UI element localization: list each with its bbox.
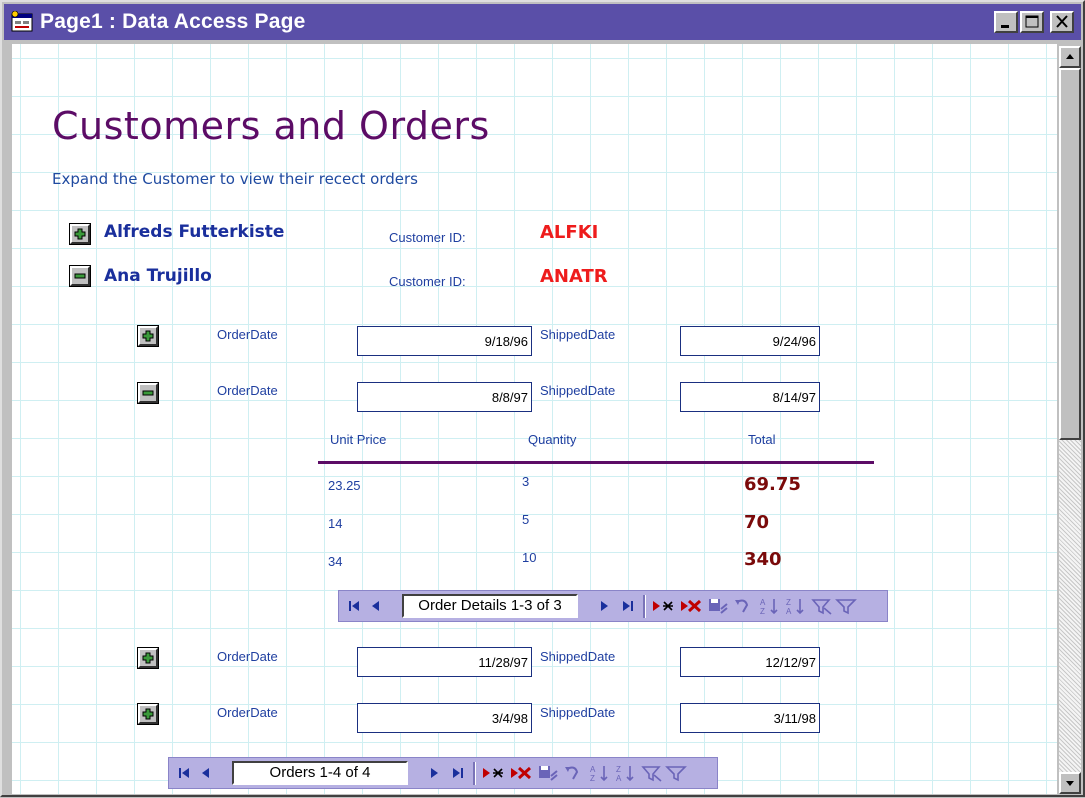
expand-order-button[interactable] <box>137 647 159 669</box>
delete-record-icon[interactable] <box>509 763 533 783</box>
plus-icon <box>142 330 154 342</box>
svg-text:Z: Z <box>590 774 595 783</box>
previous-record-icon[interactable] <box>367 596 385 616</box>
filter-by-selection-icon[interactable] <box>811 596 833 616</box>
minimize-icon[interactable] <box>994 11 1018 33</box>
first-record-icon[interactable] <box>175 763 193 783</box>
plus-icon <box>74 228 86 240</box>
order-date-field[interactable]: 8/8/97 <box>357 382 532 412</box>
first-record-icon[interactable] <box>345 596 363 616</box>
quantity-value: 3 <box>522 474 530 489</box>
expand-order-button[interactable] <box>137 325 159 347</box>
customer-id-label: Customer ID: <box>389 274 466 289</box>
customer-name: Alfreds Futterkiste <box>104 222 285 242</box>
scrollbar-thumb[interactable] <box>1059 68 1081 440</box>
orders-navigation-bar: Orders 1-4 of 4 AZ ZA <box>168 757 718 789</box>
page-title: Customers and Orders <box>52 104 490 148</box>
quantity-header: Quantity <box>528 432 577 447</box>
quantity-value: 10 <box>522 550 537 565</box>
unit-price-header: Unit Price <box>330 432 387 447</box>
new-record-icon[interactable] <box>481 763 505 783</box>
maximize-icon[interactable] <box>1020 11 1044 33</box>
sort-ascending-icon[interactable]: AZ <box>759 596 781 616</box>
minus-icon <box>142 390 154 396</box>
collapse-customer-button[interactable] <box>69 265 91 287</box>
order-date-field[interactable]: 3/4/98 <box>357 703 532 733</box>
undo-icon[interactable] <box>563 763 585 783</box>
sort-ascending-icon[interactable]: AZ <box>589 763 611 783</box>
total-header: Total <box>748 432 776 447</box>
customer-id-value: ALFKI <box>540 222 599 243</box>
unit-price-value: 14 <box>328 516 343 531</box>
order-date-label: OrderDate <box>217 383 278 398</box>
record-counter: Orders 1-4 of 4 <box>232 761 408 785</box>
svg-text:A: A <box>760 598 766 607</box>
svg-text:A: A <box>616 774 622 783</box>
order-date-field[interactable]: 9/18/96 <box>357 326 532 356</box>
last-record-icon[interactable] <box>619 596 637 616</box>
close-icon[interactable] <box>1050 11 1074 33</box>
total-value: 70 <box>744 512 770 533</box>
last-record-icon[interactable] <box>449 763 467 783</box>
delete-record-icon[interactable] <box>679 596 703 616</box>
details-header-divider <box>318 461 874 464</box>
total-value: 69.75 <box>744 474 801 495</box>
title-bar[interactable]: Page1 : Data Access Page <box>4 4 1081 40</box>
svg-text:A: A <box>786 607 792 616</box>
vertical-scrollbar[interactable] <box>1059 46 1081 794</box>
sort-descending-icon[interactable]: ZA <box>615 763 637 783</box>
scroll-up-icon[interactable] <box>1059 46 1081 68</box>
minus-icon <box>74 273 86 279</box>
shipped-date-field[interactable]: 3/11/98 <box>680 703 820 733</box>
next-record-icon[interactable] <box>425 763 443 783</box>
svg-text:Z: Z <box>760 607 765 616</box>
customer-id-label: Customer ID: <box>389 230 466 245</box>
app-window: Page1 : Data Access Page Customers and O… <box>0 0 1085 797</box>
undo-icon[interactable] <box>733 596 755 616</box>
previous-record-icon[interactable] <box>197 763 215 783</box>
save-record-icon[interactable] <box>537 763 559 783</box>
toolbar-separator <box>643 595 646 618</box>
order-date-label: OrderDate <box>217 649 278 664</box>
page-subtitle: Expand the Customer to view their recect… <box>52 170 418 188</box>
toolbar-separator <box>473 762 476 785</box>
record-counter: Order Details 1-3 of 3 <box>402 594 578 618</box>
unit-price-value: 34 <box>328 554 343 569</box>
customer-id-value: ANATR <box>540 266 608 287</box>
scroll-down-icon[interactable] <box>1059 772 1081 794</box>
sort-descending-icon[interactable]: ZA <box>785 596 807 616</box>
shipped-date-label: ShippedDate <box>540 383 616 398</box>
shipped-date-label: ShippedDate <box>540 705 616 720</box>
svg-text:A: A <box>590 765 596 774</box>
svg-text:Z: Z <box>786 598 791 607</box>
shipped-date-label: ShippedDate <box>540 649 616 664</box>
data-access-page-icon <box>11 11 33 32</box>
shipped-date-label: ShippedDate <box>540 327 616 342</box>
page-canvas: Customers and Orders Expand the Customer… <box>12 44 1057 794</box>
customer-name: Ana Trujillo <box>104 266 212 286</box>
expand-customer-button[interactable] <box>69 223 91 245</box>
total-value: 340 <box>744 549 782 570</box>
collapse-order-button[interactable] <box>137 382 159 404</box>
toggle-filter-icon[interactable] <box>835 596 857 616</box>
svg-text:Z: Z <box>616 765 621 774</box>
shipped-date-field[interactable]: 8/14/97 <box>680 382 820 412</box>
shipped-date-field[interactable]: 12/12/97 <box>680 647 820 677</box>
quantity-value: 5 <box>522 512 530 527</box>
order-details-navigation-bar: Order Details 1-3 of 3 AZ ZA <box>338 590 888 622</box>
expand-order-button[interactable] <box>137 703 159 725</box>
save-record-icon[interactable] <box>707 596 729 616</box>
shipped-date-field[interactable]: 9/24/96 <box>680 326 820 356</box>
plus-icon <box>142 652 154 664</box>
filter-by-selection-icon[interactable] <box>641 763 663 783</box>
unit-price-value: 23.25 <box>328 478 361 493</box>
window-title: Page1 : Data Access Page <box>40 10 306 33</box>
order-date-label: OrderDate <box>217 327 278 342</box>
toggle-filter-icon[interactable] <box>665 763 687 783</box>
order-date-field[interactable]: 11/28/97 <box>357 647 532 677</box>
next-record-icon[interactable] <box>595 596 613 616</box>
plus-icon <box>142 708 154 720</box>
new-record-icon[interactable] <box>651 596 675 616</box>
order-date-label: OrderDate <box>217 705 278 720</box>
